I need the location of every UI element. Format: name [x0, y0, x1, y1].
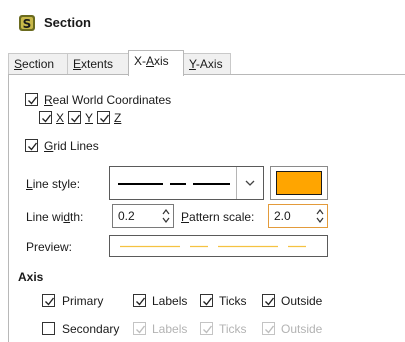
tab-strip: Section Extents X-Axis Y-Axis: [8, 50, 405, 76]
primary-outside-checkbox[interactable]: [262, 294, 275, 307]
secondary-labels-checkbox: [133, 322, 146, 335]
line-width-label: Line width:: [26, 210, 84, 224]
tab-x-axis[interactable]: X-Axis: [128, 50, 184, 76]
grid-lines-checkbox[interactable]: [25, 139, 38, 152]
grid-color-swatch: [276, 171, 322, 195]
grid-color-button[interactable]: [270, 166, 328, 200]
tab-section-label: ection: [22, 57, 55, 71]
tab-y-axis-label: -Axis: [195, 57, 223, 71]
y-coordinate-checkbox[interactable]: [68, 111, 81, 124]
secondary-ticks-checkbox: [200, 322, 213, 335]
checkmark-icon: [203, 297, 213, 306]
z-coordinate-checkbox[interactable]: [97, 111, 110, 124]
tab-x-axis-label: xis: [154, 54, 169, 68]
line-width-spinner[interactable]: 0.2: [112, 204, 174, 228]
primary-outside-label: Outside: [281, 294, 323, 308]
line-width-value: 0.2: [118, 209, 135, 223]
window-title: Section: [44, 15, 91, 30]
checkmark-icon: [265, 325, 275, 334]
tab-section-mnemonic: S: [14, 57, 23, 71]
secondary-labels-label: Labels: [152, 322, 188, 336]
pattern-scale-value: 2.0: [274, 209, 291, 223]
primary-labels-label: Labels: [152, 294, 188, 308]
x-coordinate-label: X: [56, 111, 65, 125]
line-style-label: Line style:: [26, 177, 81, 191]
line-style-dropdown[interactable]: [109, 166, 264, 200]
line-style-preview-icon: [118, 183, 230, 185]
chevron-down-icon[interactable]: [244, 179, 256, 187]
checkmark-icon: [136, 325, 146, 334]
tab-extents-mnemonic: E: [73, 57, 82, 71]
line-preview-icon: [120, 245, 306, 248]
section-app-icon: S: [18, 14, 36, 32]
checkmark-icon: [42, 114, 52, 123]
secondary-axis-checkbox[interactable]: [42, 322, 55, 335]
tab-extents-label: xtents: [81, 57, 114, 71]
svg-text:S: S: [23, 17, 32, 31]
checkmark-icon: [265, 297, 275, 306]
spinner-arrows-icon[interactable]: [161, 206, 171, 226]
tab-y-axis[interactable]: Y-Axis: [183, 53, 231, 75]
spinner-arrows-icon[interactable]: [315, 206, 325, 226]
primary-ticks-label: Ticks: [219, 294, 247, 308]
checkmark-icon: [71, 114, 81, 123]
secondary-ticks-label: Ticks: [219, 322, 247, 336]
primary-labels-checkbox[interactable]: [133, 294, 146, 307]
pattern-scale-label: Pattern scale:: [181, 210, 255, 224]
secondary-outside-checkbox: [262, 322, 275, 335]
title-bar: S Section: [0, 0, 405, 44]
tab-y-axis-mnemonic: Y: [189, 57, 196, 71]
checkmark-icon: [136, 297, 146, 306]
checkmark-icon: [28, 96, 38, 105]
checkmark-icon: [100, 114, 110, 123]
grid-lines-label: Grid Lines: [44, 139, 99, 153]
dropdown-divider: [236, 167, 237, 199]
axis-section-title: Axis: [18, 270, 44, 284]
tab-extents[interactable]: Extents: [67, 53, 129, 75]
checkmark-icon: [203, 325, 213, 334]
line-preview-box: [109, 235, 328, 257]
checkmark-icon: [45, 297, 55, 306]
primary-axis-checkbox[interactable]: [42, 294, 55, 307]
preview-label: Preview:: [26, 240, 73, 254]
real-world-coordinates-label: Real World Coordinates: [44, 93, 172, 107]
y-coordinate-label: Y: [85, 111, 94, 125]
tab-x-axis-mnemonic: A: [146, 54, 155, 68]
tab-section[interactable]: Section: [8, 53, 68, 75]
tab-x-axis-label-pre: X-: [134, 54, 146, 68]
z-coordinate-label: Z: [114, 111, 122, 125]
pattern-scale-spinner[interactable]: 2.0: [268, 204, 328, 228]
secondary-axis-label: Secondary: [62, 322, 120, 336]
checkmark-icon: [28, 142, 38, 151]
x-coordinate-checkbox[interactable]: [39, 111, 52, 124]
real-world-coordinates-checkbox[interactable]: [25, 93, 38, 106]
secondary-outside-label: Outside: [281, 322, 323, 336]
primary-axis-label: Primary: [62, 294, 104, 308]
primary-ticks-checkbox[interactable]: [200, 294, 213, 307]
